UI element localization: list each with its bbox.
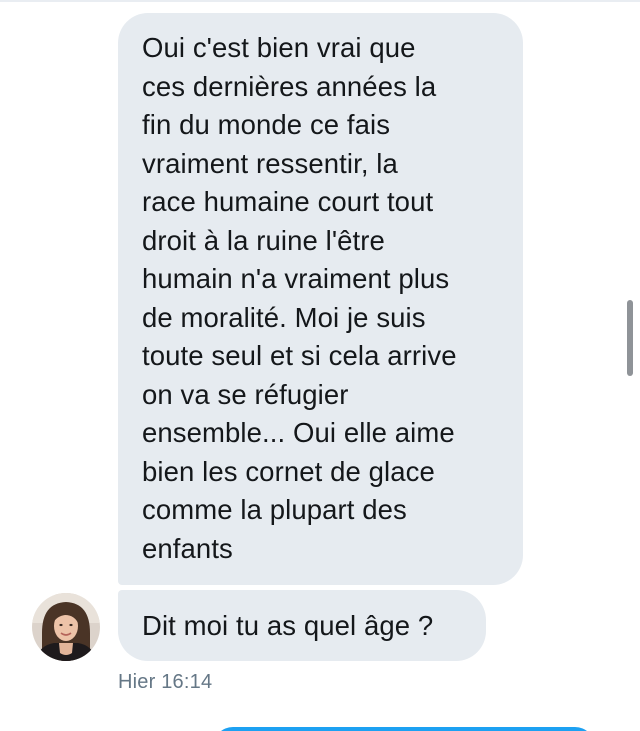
message-line: race humaine court tout [142, 186, 434, 217]
message-line: vraiment ressentir, la [142, 147, 398, 179]
message-line: on va se réfugier [142, 378, 349, 410]
message-line: bien les cornet de glace [142, 455, 435, 487]
message-text: Dit moi tu as quel âge ? [142, 610, 434, 641]
message-line: droit à la ruine l'être [142, 224, 385, 256]
message-line: Oui c'est bien vrai que [142, 32, 416, 63]
dm-conversation-screen: Oui c'est bien vrai que ces dernières an… [0, 0, 640, 731]
message-line: ces dernières années la [142, 70, 437, 102]
message-timestamp: Hier 16:14 [118, 671, 213, 693]
message-line: fin du monde ce fais [142, 109, 391, 140]
message-line: ensemble... Oui elle aime [142, 417, 455, 448]
sender-avatar[interactable] [32, 593, 100, 661]
avatar-photo-icon [32, 593, 100, 661]
received-message-bubble[interactable]: Oui c'est bien vrai que ces dernières an… [118, 13, 523, 585]
message-line: toute seul et si cela arrive [142, 340, 457, 371]
message-line: de moralité. Moi je suis [142, 301, 426, 333]
message-line: comme la plupart des [142, 494, 407, 525]
message-line: humain n'a vraiment plus [142, 263, 450, 294]
message-line: enfants [142, 532, 233, 564]
scrollbar-thumb[interactable] [627, 300, 633, 376]
received-message-bubble[interactable]: Dit moi tu as quel âge ? [118, 590, 486, 661]
sent-message-bubble[interactable] [213, 727, 595, 731]
top-divider [0, 0, 640, 2]
